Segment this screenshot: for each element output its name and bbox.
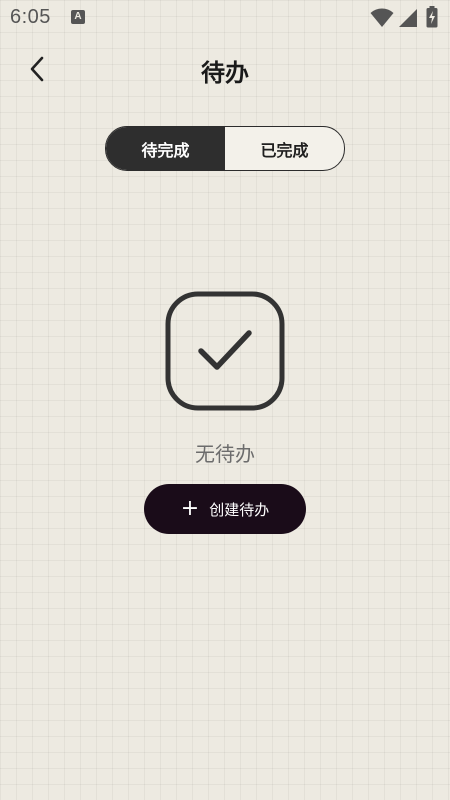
tab-completed[interactable]: 已完成 [225, 127, 344, 170]
tab-pending[interactable]: 待完成 [106, 127, 225, 170]
status-time: 6:05 [10, 6, 51, 28]
todo-status-tabs: 待完成 已完成 [105, 126, 345, 171]
status-bar: 6:05 A [0, 0, 450, 36]
wifi-icon [370, 8, 394, 27]
signal-icon [399, 9, 417, 27]
create-todo-button[interactable]: + 创建待办 [144, 484, 306, 534]
page-title: 待办 [201, 59, 249, 87]
notification-a-icon: A [71, 10, 85, 24]
checkbox-check-icon [165, 291, 285, 411]
empty-message: 无待办 [195, 442, 255, 466]
notification-a-letter: A [74, 11, 82, 22]
battery-charging-icon [426, 6, 438, 28]
status-icons [370, 6, 440, 28]
app-header: 待办 [0, 44, 450, 94]
plus-icon: + [180, 496, 200, 521]
create-todo-label: 创建待办 [209, 500, 270, 519]
